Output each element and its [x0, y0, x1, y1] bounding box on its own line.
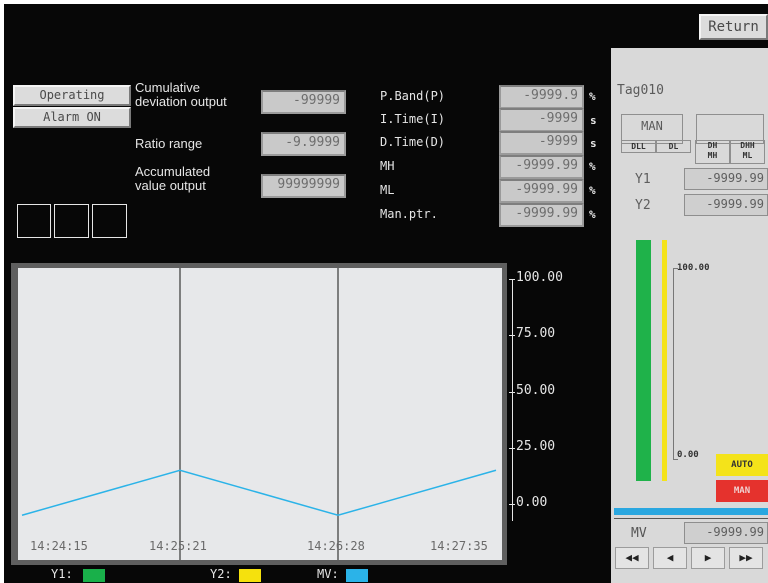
- y-tick-mark: [509, 391, 515, 393]
- y1-value-field[interactable]: -9999.99: [684, 168, 768, 190]
- y-tick-label: 25.00: [516, 438, 556, 454]
- y2-label: Y2: [635, 198, 651, 213]
- plot-area: [18, 268, 502, 560]
- mh-label: MH: [380, 159, 395, 173]
- ml-unit: %: [589, 184, 596, 197]
- alarm-dhh-ml: DHH ML: [730, 140, 765, 164]
- ratio-range-field[interactable]: -9.9999: [261, 132, 346, 156]
- x-tick-label: 14:25:21: [149, 539, 207, 553]
- y-tick-mark: [509, 335, 515, 337]
- operating-button[interactable]: Operating: [13, 85, 131, 106]
- y-tick-mark: [509, 279, 515, 280]
- mv-scale-line: [614, 518, 768, 519]
- mv-value-field[interactable]: -9999.99: [684, 522, 768, 544]
- legend-y2-swatch: [239, 569, 261, 582]
- cumulative-deviation-field[interactable]: -99999: [261, 90, 346, 114]
- i-time-field[interactable]: -9999: [499, 108, 584, 132]
- faceplate-panel: Tag010 MAN DLL DL DH MH DHH ML Y1 -9999.…: [611, 48, 768, 583]
- p-band-label: P.Band(P): [380, 89, 446, 103]
- indicator-box-1: [17, 204, 51, 238]
- x-tick-label: 14:24:15: [30, 539, 88, 553]
- ml-field[interactable]: -9999.99: [499, 179, 584, 203]
- ratio-range-label: Ratio range: [135, 136, 203, 151]
- bar-scale-line: [673, 268, 674, 460]
- fast-forward-button[interactable]: ▶▶: [729, 547, 763, 569]
- i-time-unit: s: [590, 114, 597, 127]
- y2-bargraph: [662, 240, 667, 481]
- d-time-label: D.Time(D): [380, 135, 446, 149]
- alarm-on-button[interactable]: Alarm ON: [13, 107, 131, 128]
- step-forward-button[interactable]: ▶: [691, 547, 725, 569]
- bar-scale-bottom-label: 0.00: [677, 450, 699, 460]
- p-band-field[interactable]: -9999.9: [499, 85, 584, 109]
- man-ptr-field[interactable]: -9999.99: [499, 203, 584, 227]
- indicator-box-3: [92, 204, 127, 238]
- mv-label: MV: [631, 526, 647, 541]
- auto-button[interactable]: AUTO: [716, 454, 768, 476]
- y-tick-mark: [509, 504, 515, 505]
- d-time-field[interactable]: -9999: [499, 131, 584, 155]
- y-tick-label: 50.00: [516, 382, 556, 398]
- y2-value-field[interactable]: -9999.99: [684, 194, 768, 216]
- y-tick-mark: [509, 447, 515, 449]
- fast-rewind-button[interactable]: ◀◀: [615, 547, 649, 569]
- legend-y1-label: Y1:: [51, 567, 73, 581]
- man-button[interactable]: MAN: [716, 480, 768, 502]
- indicator-box-2: [54, 204, 89, 238]
- faceplate-tag: Tag010: [617, 83, 664, 98]
- x-tick-label: 14:26:28: [307, 539, 365, 553]
- mh-field[interactable]: -9999.99: [499, 155, 584, 179]
- legend-mv-swatch: [346, 569, 368, 582]
- mh-unit: %: [589, 160, 596, 173]
- y-tick-label: 100.00: [516, 270, 563, 285]
- i-time-label: I.Time(I): [380, 112, 446, 126]
- y1-bargraph: [636, 240, 651, 481]
- accumulated-value-label: Accumulated value output: [135, 164, 211, 193]
- legend-y1-swatch: [83, 569, 105, 582]
- alarm-dl: DL: [656, 140, 691, 153]
- legend-mv-label: MV:: [317, 567, 339, 581]
- cumulative-deviation-label: Cumulative deviation output: [135, 80, 227, 109]
- alarm-dll: DLL: [621, 140, 656, 153]
- y-tick-label: 0.00: [516, 495, 548, 510]
- ml-label: ML: [380, 183, 395, 197]
- bar-scale-top-label: 100.00: [677, 263, 710, 273]
- step-back-button[interactable]: ◀: [653, 547, 687, 569]
- return-button[interactable]: Return: [699, 14, 768, 40]
- legend-y2-label: Y2:: [210, 567, 232, 581]
- trend-chart: [11, 263, 507, 565]
- accumulated-value-field[interactable]: 99999999: [261, 174, 346, 198]
- alarm-dh-mh: DH MH: [695, 140, 730, 164]
- p-band-unit: %: [589, 90, 596, 103]
- man-ptr-unit: %: [589, 208, 596, 221]
- x-tick-label: 14:27:35: [430, 539, 488, 553]
- d-time-unit: s: [590, 137, 597, 150]
- hmi-screen: Return Operating Alarm ON Cumulative dev…: [4, 4, 768, 583]
- y-axis-line: [512, 279, 513, 521]
- mode-label: MAN: [641, 119, 663, 133]
- y-tick-label: 75.00: [516, 326, 556, 342]
- y1-label: Y1: [635, 172, 651, 187]
- mv-bargraph: [614, 508, 768, 515]
- man-ptr-label: Man.ptr.: [380, 207, 438, 221]
